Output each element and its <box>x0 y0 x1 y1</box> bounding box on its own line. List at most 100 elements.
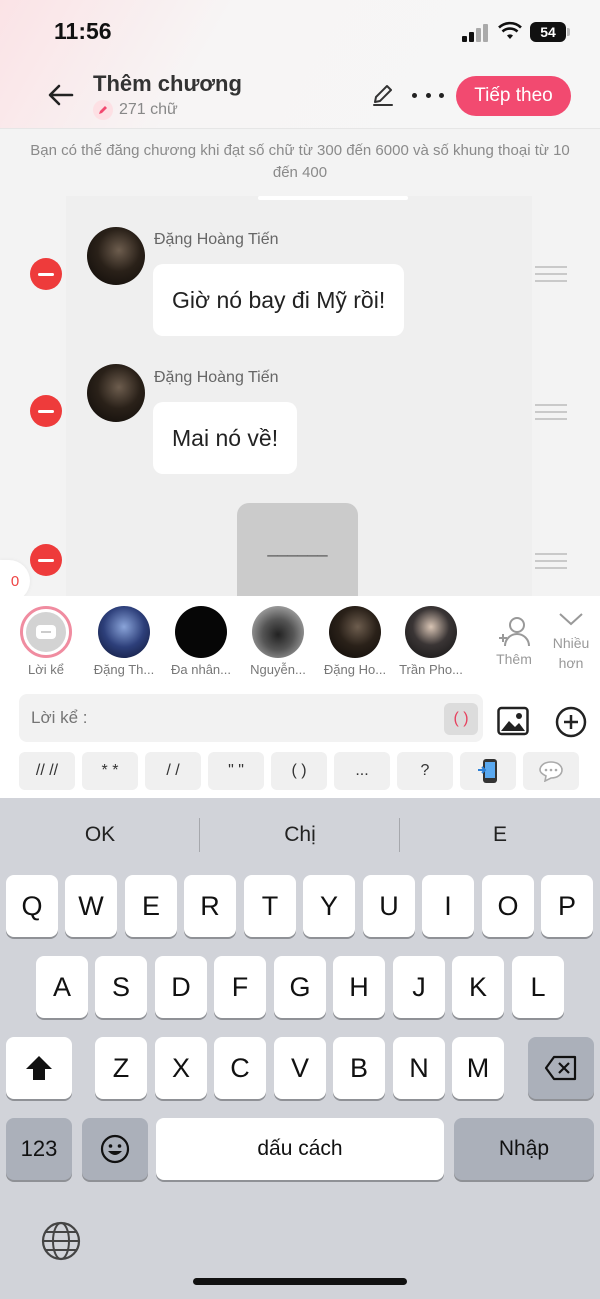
message-sender: Đặng Hoàng Tiến <box>154 369 279 386</box>
format-button[interactable]: ? <box>397 752 453 790</box>
format-button[interactable]: * * <box>82 752 138 790</box>
emoji-key[interactable] <box>82 1118 148 1180</box>
numbers-key[interactable]: 123 <box>6 1118 72 1180</box>
next-button[interactable]: Tiếp theo <box>456 76 571 116</box>
character-name: Nguyễn... <box>250 662 306 677</box>
format-button[interactable]: ( ) <box>271 752 327 790</box>
word-count-text: 271 chữ <box>119 101 178 118</box>
battery-icon: 54 <box>530 22 570 42</box>
suggestion[interactable]: Chị <box>200 810 400 860</box>
character-item[interactable]: Nguyễn... <box>240 606 316 677</box>
character-name: Đặng Th... <box>93 662 155 677</box>
message-sender: Đặng Hoàng Tiến <box>154 231 279 248</box>
key[interactable]: J <box>393 956 445 1018</box>
shift-icon <box>26 1056 52 1080</box>
format-button[interactable]: / / <box>145 752 201 790</box>
phone-icon <box>478 759 497 783</box>
character-item[interactable]: Đặng Th... <box>86 606 162 677</box>
drag-handle-icon[interactable] <box>535 266 567 282</box>
key[interactable]: P <box>541 875 593 937</box>
character-narrator[interactable]: Lời kể <box>8 606 84 677</box>
avatar <box>252 606 304 658</box>
backspace-icon <box>544 1055 577 1081</box>
drag-handle-icon[interactable] <box>535 553 567 569</box>
character-item[interactable]: Đặng Ho... <box>317 606 393 677</box>
key[interactable]: Y <box>303 875 355 937</box>
image-icon[interactable] <box>497 706 529 736</box>
divider-block[interactable]: ______ <box>237 503 358 596</box>
key[interactable]: M <box>452 1037 504 1099</box>
emoji-icon <box>100 1134 130 1164</box>
character-name: Lời kể <box>28 662 64 677</box>
avatar <box>98 606 150 658</box>
character-name: Trần Pho... <box>399 662 463 677</box>
narration-icon <box>26 612 66 652</box>
remove-message-button[interactable] <box>30 258 62 290</box>
add-character-button[interactable]: Thêm <box>492 614 536 667</box>
key[interactable]: B <box>333 1037 385 1099</box>
word-count: 271 chữ <box>93 100 178 120</box>
globe-icon[interactable] <box>40 1220 82 1262</box>
character-name: Đa nhân... <box>171 662 231 677</box>
more-options-icon[interactable] <box>412 88 444 102</box>
edit-icon[interactable] <box>370 82 396 108</box>
avatar <box>87 364 145 422</box>
key[interactable]: A <box>36 956 88 1018</box>
add-person-icon <box>499 617 530 647</box>
page-title: Thêm chương <box>93 71 242 96</box>
chevron-down-icon <box>559 613 583 626</box>
parenthesis-chip[interactable]: ( ) <box>444 703 478 735</box>
suggestion[interactable]: E <box>400 810 600 860</box>
key[interactable]: L <box>512 956 564 1018</box>
signal-icon <box>462 24 488 42</box>
format-button[interactable]: ... <box>334 752 390 790</box>
avatar <box>175 606 227 658</box>
key[interactable]: H <box>333 956 385 1018</box>
key[interactable]: K <box>452 956 504 1018</box>
key[interactable]: O <box>482 875 534 937</box>
remove-message-button[interactable] <box>30 395 62 427</box>
key[interactable]: E <box>125 875 177 937</box>
narration-input[interactable] <box>19 694 483 742</box>
drag-handle-icon[interactable] <box>535 404 567 420</box>
more-characters-button[interactable]: Nhiều hơn <box>548 610 594 673</box>
key[interactable]: U <box>363 875 415 937</box>
wifi-icon <box>498 21 522 39</box>
key[interactable]: C <box>214 1037 266 1099</box>
plus-icon[interactable] <box>555 706 587 738</box>
key[interactable]: X <box>155 1037 207 1099</box>
backspace-key[interactable] <box>528 1037 594 1099</box>
word-requirement-notice: Bạn có thể đăng chương khi đạt số chữ từ… <box>30 142 570 181</box>
chat-bubble-button[interactable] <box>523 752 579 790</box>
character-item[interactable]: Đa nhân... <box>163 606 239 677</box>
key[interactable]: G <box>274 956 326 1018</box>
format-button[interactable]: " " <box>208 752 264 790</box>
key[interactable]: V <box>274 1037 326 1099</box>
character-item[interactable]: Trần Pho... <box>393 606 469 677</box>
speech-bubble-icon <box>539 761 563 782</box>
phone-message-button[interactable] <box>460 752 516 790</box>
home-indicator <box>193 1278 407 1285</box>
key[interactable]: R <box>184 875 236 937</box>
back-arrow-icon[interactable] <box>44 78 78 112</box>
more-characters-label: Nhiều hơn <box>552 635 590 671</box>
key[interactable]: D <box>155 956 207 1018</box>
key[interactable]: I <box>422 875 474 937</box>
shift-key[interactable] <box>6 1037 72 1099</box>
add-character-label: Thêm <box>496 651 532 667</box>
key[interactable]: T <box>244 875 296 937</box>
key[interactable]: S <box>95 956 147 1018</box>
return-key[interactable]: Nhập <box>454 1118 594 1180</box>
key[interactable]: Q <box>6 875 58 937</box>
suggestion[interactable]: OK <box>0 810 200 860</box>
remove-message-button[interactable] <box>30 544 62 576</box>
key[interactable]: W <box>65 875 117 937</box>
key[interactable]: N <box>393 1037 445 1099</box>
space-key[interactable]: dấu cách <box>156 1118 444 1180</box>
format-button[interactable]: // // <box>19 752 75 790</box>
key[interactable]: Z <box>95 1037 147 1099</box>
message-bubble[interactable]: Giờ nó bay đi Mỹ rồi! <box>153 264 405 336</box>
key[interactable]: F <box>214 956 266 1018</box>
divider <box>258 196 408 200</box>
message-bubble[interactable]: Mai nó về! <box>153 402 298 474</box>
